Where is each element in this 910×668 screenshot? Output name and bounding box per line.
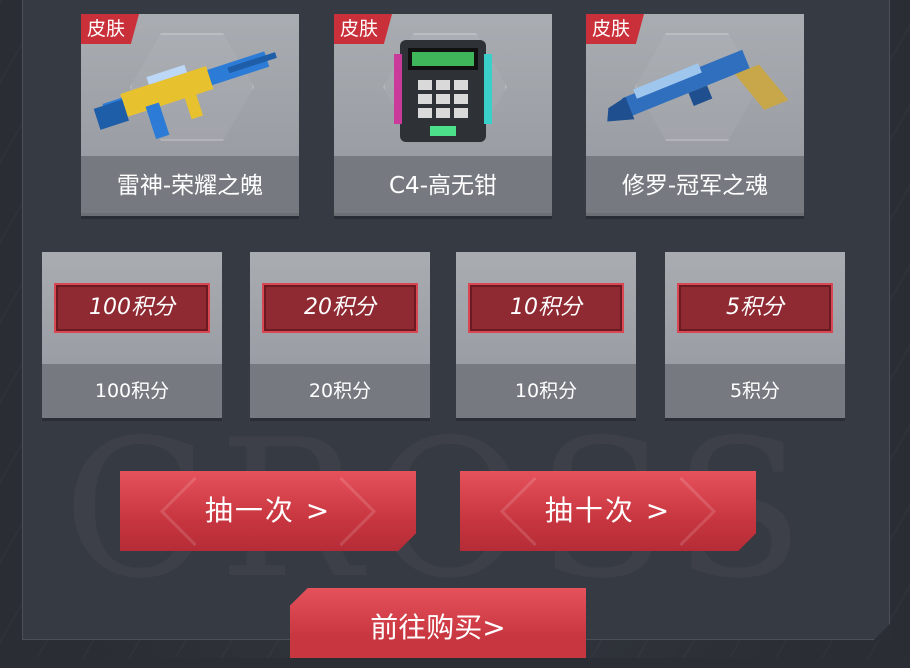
prize-name: 修罗-冠军之魂 [586,156,804,216]
prize-tag: 皮肤 [334,14,393,44]
draw-ten-label: 抽十次 > [544,494,672,527]
points-label: 5积分 [665,364,845,418]
points-card-20[interactable]: 20积分 20积分 [250,252,430,418]
prize-card-1[interactable]: 皮肤 雷神-荣耀之魄 [81,14,299,216]
draw-ten-button[interactable]: 抽十次 > [460,471,756,551]
points-card-5[interactable]: 5积分 5积分 [665,252,845,418]
prize-tag: 皮肤 [81,14,140,44]
points-badge: 20积分 [262,283,418,333]
points-card-100[interactable]: 100积分 100积分 [42,252,222,418]
points-label: 10积分 [456,364,636,418]
prize-name: C4-高无钳 [334,156,552,216]
prize-card-2[interactable]: 皮肤 C4-高无钳 [334,14,552,216]
points-label: 20积分 [250,364,430,418]
go-buy-button[interactable]: 前往购买> [290,588,586,658]
points-badge: 10积分 [468,283,624,333]
prize-card-3[interactable]: 皮肤 修罗-冠军之魂 [586,14,804,216]
go-buy-label: 前往购买> [370,611,506,644]
prize-tag: 皮肤 [586,14,645,44]
points-badge: 5积分 [677,283,833,333]
points-badge: 100积分 [54,283,210,333]
prize-name: 雷神-荣耀之魄 [81,156,299,216]
points-label: 100积分 [42,364,222,418]
draw-once-button[interactable]: 抽一次 > [120,471,416,551]
draw-once-label: 抽一次 > [204,494,332,527]
points-card-10[interactable]: 10积分 10积分 [456,252,636,418]
